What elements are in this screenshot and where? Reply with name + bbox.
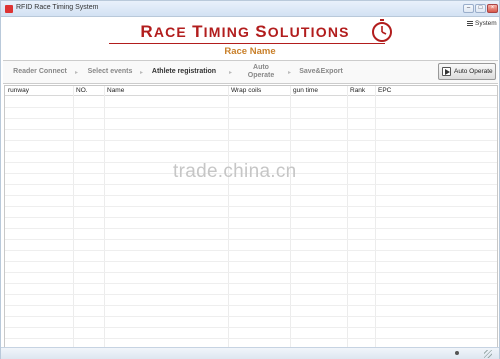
logo-underline bbox=[109, 43, 385, 44]
chevron-right-icon: ▸ bbox=[75, 70, 79, 76]
row-divider bbox=[5, 129, 497, 130]
auto-operate-button[interactable]: Auto Operate bbox=[438, 63, 496, 80]
column-header-rank[interactable]: Rank bbox=[350, 87, 365, 94]
row-divider bbox=[5, 294, 497, 295]
stopwatch-icon bbox=[372, 19, 392, 42]
column-header-wrap-coils[interactable]: Wrap coils bbox=[231, 87, 261, 94]
row-divider bbox=[5, 327, 497, 328]
chevron-right-icon: ▸ bbox=[229, 70, 233, 76]
menu-icon bbox=[467, 20, 473, 26]
row-divider bbox=[5, 239, 497, 240]
auto-operate-button-label: Auto Operate bbox=[454, 68, 493, 75]
race-name: Race Name bbox=[224, 46, 276, 57]
row-divider bbox=[5, 195, 497, 196]
row-divider bbox=[5, 338, 497, 339]
row-divider bbox=[5, 140, 497, 141]
nav-step-athlete-registration[interactable]: Athlete registration bbox=[148, 61, 220, 83]
nav-step-auto-operate[interactable]: Auto Operate bbox=[243, 61, 279, 83]
app-icon bbox=[5, 5, 13, 13]
chevron-right-icon: ▸ bbox=[140, 70, 144, 76]
row-divider bbox=[5, 261, 497, 262]
resize-grip-icon[interactable] bbox=[484, 350, 492, 358]
table-header: runway NO. Name Wrap coils gun time Rank… bbox=[5, 86, 497, 96]
nav-step-save-export[interactable]: Save&Export bbox=[296, 61, 346, 83]
row-divider bbox=[5, 305, 497, 306]
row-divider bbox=[5, 118, 497, 119]
results-table[interactable]: runway NO. Name Wrap coils gun time Rank… bbox=[4, 85, 498, 348]
maximize-button[interactable]: □ bbox=[475, 4, 486, 13]
nav-step-reader-connect[interactable]: Reader Connect bbox=[7, 61, 73, 83]
row-divider bbox=[5, 316, 497, 317]
column-header-runway[interactable]: runway bbox=[8, 87, 29, 94]
column-header-name[interactable]: Name bbox=[107, 87, 124, 94]
row-divider bbox=[5, 206, 497, 207]
row-divider bbox=[5, 107, 497, 108]
row-divider bbox=[5, 184, 497, 185]
system-menu[interactable]: System bbox=[467, 18, 497, 28]
window-title: RFID Race Timing System bbox=[16, 4, 99, 11]
row-divider bbox=[5, 283, 497, 284]
brand-logo: RACE TIMING SOLUTIONS bbox=[109, 19, 393, 45]
row-divider bbox=[5, 151, 497, 152]
watermark: trade.china.cn bbox=[173, 161, 297, 182]
row-divider bbox=[5, 250, 497, 251]
status-bar bbox=[1, 347, 499, 359]
row-divider bbox=[5, 228, 497, 229]
title-bar: RFID Race Timing System – □ × bbox=[1, 1, 499, 17]
play-icon bbox=[442, 67, 451, 76]
column-header-gun-time[interactable]: gun time bbox=[293, 87, 318, 94]
chevron-right-icon: ▸ bbox=[288, 70, 292, 76]
status-indicator-icon bbox=[455, 351, 459, 355]
column-header-no[interactable]: NO. bbox=[76, 87, 88, 94]
app-window: RFID Race Timing System – □ × System RAC… bbox=[0, 0, 500, 359]
column-header-epc[interactable]: EPC bbox=[378, 87, 391, 94]
system-menu-label: System bbox=[475, 19, 497, 27]
minimize-button[interactable]: – bbox=[463, 4, 474, 13]
logo-text: RACE TIMING SOLUTIONS bbox=[140, 22, 350, 41]
close-button[interactable]: × bbox=[487, 4, 498, 13]
row-divider bbox=[5, 272, 497, 273]
nav-step-select-events[interactable]: Select events bbox=[83, 61, 137, 83]
workflow-nav: Reader Connect ▸ Select events ▸ Athlete… bbox=[3, 60, 498, 84]
row-divider bbox=[5, 217, 497, 218]
